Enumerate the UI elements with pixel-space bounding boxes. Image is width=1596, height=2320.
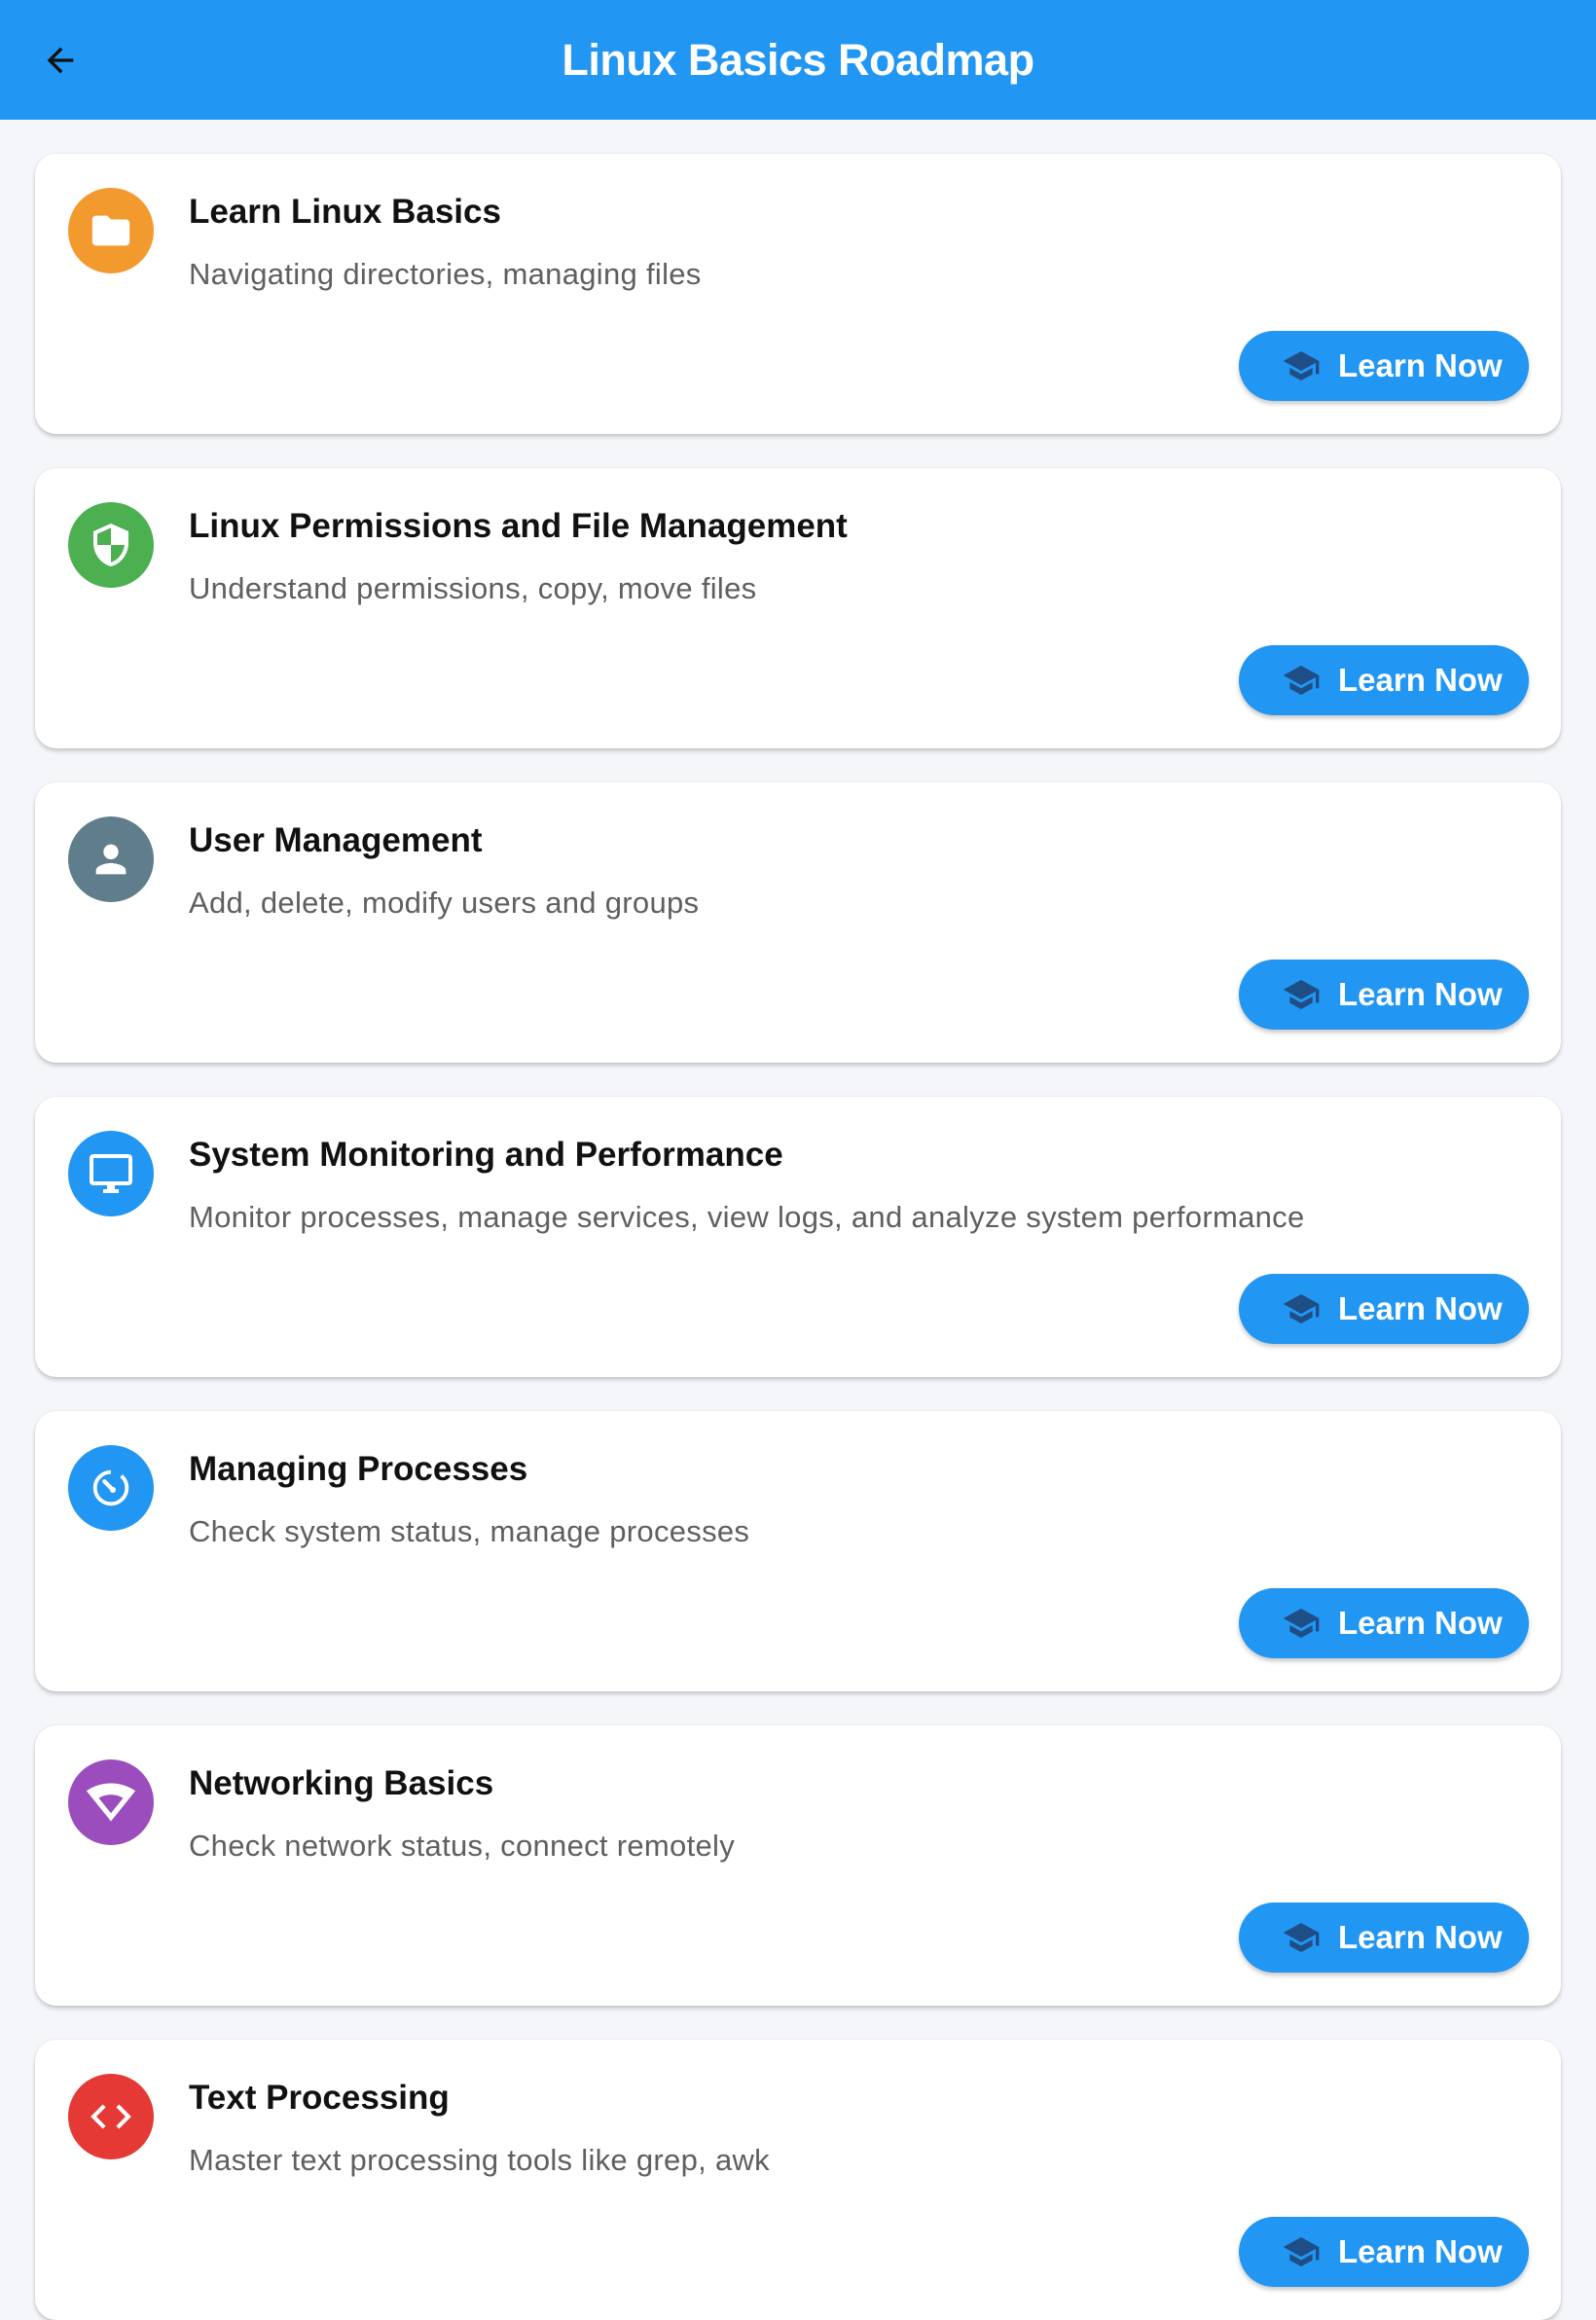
card-title: User Management (189, 821, 483, 859)
learn-now-button[interactable]: Learn Now (1239, 1274, 1529, 1344)
card-subtitle: Monitor processes, manage services, view… (189, 1200, 1305, 1234)
card-icon-badge (68, 502, 154, 588)
card-subtitle: Check network status, connect remotely (189, 1829, 736, 1863)
card-subtitle: Understand permissions, copy, move files (189, 571, 757, 605)
app-bar: Linux Basics Roadmap (0, 0, 1596, 120)
roadmap-card: System Monitoring and Performance Monito… (35, 1097, 1561, 1377)
roadmap-card: Text Processing Master text processing t… (35, 2040, 1561, 2320)
person-icon (95, 844, 127, 875)
graduation-cap-icon (1283, 2237, 1320, 2266)
card-icon-badge (68, 816, 154, 902)
card-title: Linux Permissions and File Management (189, 507, 848, 545)
page-title: Linux Basics Roadmap (562, 34, 1034, 85)
graduation-cap-icon (1283, 1923, 1320, 1952)
learn-now-label: Learn Now (1338, 976, 1503, 1012)
card-icon-badge (68, 188, 154, 273)
card-subtitle: Master text processing tools like grep, … (189, 2143, 770, 2177)
learn-now-label: Learn Now (1338, 1919, 1503, 1955)
card-subtitle: Navigating directories, managing files (189, 257, 702, 291)
learn-now-button[interactable]: Learn Now (1239, 645, 1529, 715)
card-subtitle: Add, delete, modify users and groups (189, 886, 700, 920)
learn-now-label: Learn Now (1338, 662, 1503, 698)
timer-icon (92, 1469, 129, 1506)
wifi-icon (86, 1783, 136, 1822)
code-icon (91, 2104, 131, 2129)
graduation-cap-icon (1283, 1609, 1320, 1638)
folder-icon (91, 215, 130, 246)
card-icon-badge (68, 1445, 154, 1531)
learn-now-button[interactable]: Learn Now (1239, 960, 1529, 1030)
card-title: Networking Basics (189, 1764, 494, 1802)
learn-now-button[interactable]: Learn Now (1239, 331, 1529, 401)
shield-icon (93, 524, 128, 566)
back-button[interactable] (29, 29, 91, 91)
roadmap-card: Linux Permissions and File Management Un… (35, 468, 1561, 748)
learn-now-label: Learn Now (1338, 2233, 1503, 2269)
card-icon-badge (68, 2074, 154, 2159)
monitor-icon (90, 1154, 132, 1193)
learn-now-button[interactable]: Learn Now (1239, 1903, 1529, 1973)
card-icon-badge (68, 1131, 154, 1216)
card-title: Text Processing (189, 2079, 450, 2117)
roadmap-card: Learn Linux Basics Navigating directorie… (35, 154, 1561, 434)
card-title: System Monitoring and Performance (189, 1136, 783, 1174)
arrow-back-icon (47, 47, 74, 74)
roadmap-card: Managing Processes Check system status, … (35, 1411, 1561, 1691)
learn-now-label: Learn Now (1338, 1605, 1503, 1641)
graduation-cap-icon (1283, 980, 1320, 1009)
graduation-cap-icon (1283, 1294, 1320, 1323)
card-icon-badge (68, 1759, 154, 1845)
learn-now-label: Learn Now (1338, 1290, 1503, 1326)
card-title: Managing Processes (189, 1450, 528, 1488)
graduation-cap-icon (1283, 351, 1320, 381)
learn-now-button[interactable]: Learn Now (1239, 2217, 1529, 2287)
card-subtitle: Check system status, manage processes (189, 1514, 750, 1548)
learn-now-button[interactable]: Learn Now (1239, 1588, 1529, 1658)
card-title: Learn Linux Basics (189, 193, 501, 231)
roadmap-card: Networking Basics Check network status, … (35, 1725, 1561, 2006)
roadmap-card: User Management Add, delete, modify user… (35, 782, 1561, 1063)
graduation-cap-icon (1283, 666, 1320, 695)
learn-now-label: Learn Now (1338, 347, 1503, 383)
